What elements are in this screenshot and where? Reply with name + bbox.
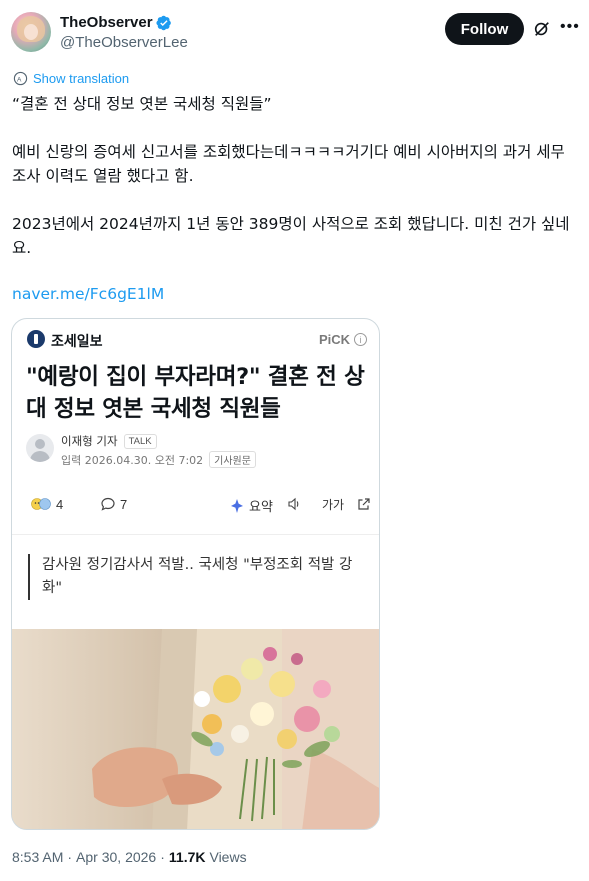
- summary-button[interactable]: 요약: [229, 496, 273, 515]
- display-name-text[interactable]: TheObserver: [60, 14, 153, 32]
- date-row: 입력 2026.04.30. 오전 7:02 기사원문: [61, 451, 256, 468]
- post-paragraph-2: 2023년에서 2024년까지 1년 동안 389명이 사적으로 조회 했답니다…: [12, 215, 570, 257]
- more-icon[interactable]: •••: [560, 19, 580, 38]
- article-card[interactable]: 조세일보 PiCK i "예랑이 집이 부자라며?" 결혼 전 상대 정보 엿본…: [11, 318, 380, 830]
- pick-label: PiCK: [318, 332, 350, 347]
- follow-button[interactable]: Follow: [445, 13, 524, 45]
- font-size-button[interactable]: 가가: [322, 496, 344, 513]
- article-photo: [12, 629, 379, 829]
- font-size-label[interactable]: 가가: [322, 496, 344, 513]
- meta-separator-2: ·: [160, 849, 165, 865]
- comments-count: 7: [120, 496, 128, 512]
- post-time[interactable]: 8:53 AM: [12, 849, 63, 865]
- source-name: 조세일보: [51, 334, 103, 350]
- article-date: 입력 2026.04.30. 오전 7:02: [61, 453, 204, 467]
- views-label: Views: [209, 849, 247, 865]
- listen-button[interactable]: [286, 496, 302, 512]
- post-title-line: “결혼 전 상대 정보 엿본 국세청 직원들”: [12, 95, 272, 113]
- globe-icon: A: [13, 71, 28, 86]
- post-meta: 8:53 AM · Apr 30, 2026 · 11.7K Views: [12, 849, 247, 865]
- pick-badge: PiCK i: [319, 332, 367, 347]
- share-button[interactable]: [356, 496, 372, 512]
- reactions-count: 4: [56, 496, 64, 512]
- reporter-avatar: [26, 434, 54, 462]
- reporter-name: 이재형 기자: [61, 434, 118, 448]
- speaker-icon[interactable]: [286, 496, 302, 512]
- source-logo-icon: [27, 330, 45, 348]
- meta-separator: ·: [67, 849, 73, 865]
- article-action-row: 4 7 요약 가가: [26, 496, 370, 518]
- bouquet-hands-illustration: [12, 629, 379, 829]
- summary-label[interactable]: 요약: [249, 496, 273, 515]
- author-name-block: TheObserver @TheObserverLee: [60, 14, 188, 53]
- reporter-row: 이재형 기자 TALK: [61, 433, 157, 449]
- share-icon[interactable]: [356, 496, 372, 512]
- comment-icon: [101, 497, 115, 511]
- info-icon: i: [354, 333, 367, 346]
- comments: 7: [100, 496, 127, 512]
- reaction-emoji-icon: [31, 498, 51, 510]
- author-display-name[interactable]: TheObserver: [60, 14, 172, 32]
- post-date[interactable]: Apr 30, 2026: [76, 849, 156, 865]
- original-article-badge: 기사원문: [209, 451, 256, 468]
- summary-sparkle-icon: [231, 498, 243, 513]
- card-source-row: 조세일보 PiCK i: [27, 330, 367, 350]
- post-body: “결혼 전 상대 정보 엿본 국세청 직원들” 예비 신랑의 증여세 신고서를 …: [12, 92, 577, 260]
- post-link[interactable]: naver.me/Fc6gE1lM: [12, 285, 164, 303]
- article-headline: "예랑이 집이 부자라며?" 결혼 전 상대 정보 엿본 국세청 직원들: [26, 364, 365, 422]
- reactions: 4: [26, 496, 63, 512]
- post-header: TheObserver @TheObserverLee Follow •••: [11, 12, 579, 56]
- article-subheading-quote: 감사원 정기감사서 적발.. 국세청 "부정조회 적발 강화": [28, 554, 368, 600]
- show-translation-label[interactable]: Show translation: [33, 71, 129, 86]
- show-translation-link[interactable]: A Show translation: [13, 71, 129, 86]
- article-byline: 이재형 기자 TALK 입력 2026.04.30. 오전 7:02 기사원문: [26, 431, 366, 468]
- author-avatar[interactable]: [11, 12, 51, 52]
- card-divider: [12, 534, 379, 535]
- verified-badge-icon: [155, 15, 171, 31]
- views-count[interactable]: 11.7K: [169, 849, 206, 865]
- grok-icon[interactable]: [533, 20, 551, 38]
- author-handle[interactable]: @TheObserverLee: [60, 33, 188, 53]
- post-paragraph-1: 예비 신랑의 증여세 신고서를 조회했다는데ㅋㅋㅋㅋ거기다 예비 시아버지의 과…: [12, 143, 565, 185]
- talk-badge: TALK: [123, 433, 157, 449]
- svg-text:A: A: [17, 76, 22, 83]
